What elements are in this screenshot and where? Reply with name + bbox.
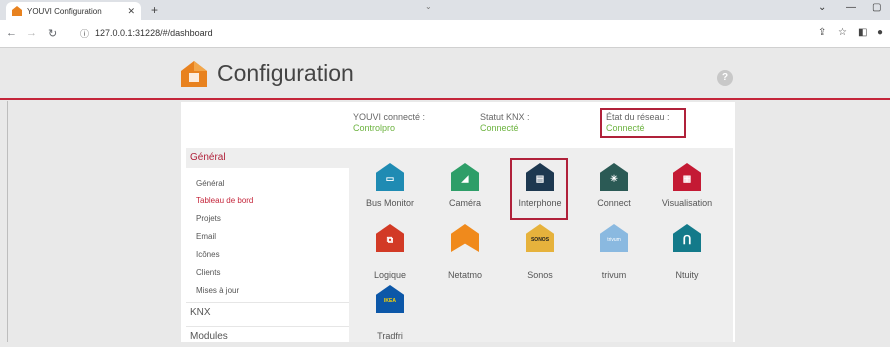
logic-icon: ⧉ — [376, 224, 404, 252]
share-icon[interactable]: ⇪ — [818, 27, 826, 38]
browser-tab-bar: YOUVI Configuration ✕ + ⌄ ⌄ — ▢ — [0, 0, 890, 20]
youvi-logo-icon — [181, 61, 207, 87]
sidebar-section-general[interactable]: Général — [186, 148, 350, 168]
sidebar-item-email[interactable]: Email — [196, 232, 216, 241]
reload-icon[interactable]: ↻ — [48, 27, 57, 40]
module-visualisation[interactable]: ▦ Visualisation — [651, 163, 723, 208]
page-left-border — [7, 101, 8, 342]
sidebar-item-clients[interactable]: Clients — [196, 268, 220, 277]
module-glyph: ▭ — [385, 173, 395, 184]
ntuity-icon: Ո — [673, 224, 701, 252]
sidebar-section-modules[interactable]: Modules — [186, 326, 350, 346]
tab-search-icon[interactable]: ⌄ — [425, 2, 432, 11]
network-icon: ✳ — [600, 163, 628, 191]
module-connect[interactable]: ✳ Connect — [578, 163, 650, 208]
bookmark-star-icon[interactable]: ☆ — [838, 27, 847, 38]
module-label: Ntuity — [675, 270, 699, 280]
status-label: Statut KNX : — [480, 112, 530, 122]
browser-tab[interactable]: YOUVI Configuration ✕ — [6, 2, 141, 20]
maximize-icon[interactable]: ▢ — [872, 2, 881, 13]
side-panel-icon[interactable]: ◧ — [858, 27, 867, 38]
module-label: Logique — [373, 270, 407, 280]
back-icon[interactable]: ← — [6, 27, 17, 39]
close-tab-icon[interactable]: ✕ — [127, 6, 135, 17]
module-label: Tradfri — [377, 331, 403, 341]
module-label: Caméra — [448, 198, 481, 208]
status-value: Controlpro — [353, 123, 396, 133]
module-glyph: ✳ — [610, 173, 618, 184]
sonos-icon: SONOS — [526, 224, 554, 252]
new-tab-icon[interactable]: + — [151, 3, 158, 17]
module-glyph: trivum — [607, 237, 621, 244]
module-label: Bus Monitor — [365, 198, 415, 208]
module-glyph: Ո — [682, 233, 692, 248]
profile-icon[interactable]: ● — [877, 27, 883, 38]
tab-title: YOUVI Configuration — [27, 6, 102, 16]
visualisation-icon: ▦ — [673, 163, 701, 191]
module-tradfri[interactable]: IKEA Tradfri — [354, 285, 426, 341]
module-camera[interactable]: ◢ Caméra — [429, 163, 501, 208]
module-glyph: IKEA — [384, 298, 396, 305]
sidebar-item-general[interactable]: Général — [196, 179, 224, 188]
forward-icon[interactable]: → — [26, 27, 37, 39]
module-label: Sonos — [527, 270, 553, 280]
module-glyph: ⧉ — [386, 234, 394, 245]
module-glyph: SONOS — [530, 237, 550, 244]
sidebar-section-knx[interactable]: KNX — [186, 302, 350, 322]
module-label: Netatmo — [447, 270, 482, 280]
monitor-icon: ▭ — [376, 163, 404, 191]
module-ntuity[interactable]: Ո Ntuity — [651, 224, 723, 280]
help-icon[interactable]: ? — [717, 70, 733, 86]
sidebar-item-dashboard[interactable]: Tableau de bord — [196, 196, 253, 205]
interphone-highlight — [510, 158, 568, 220]
trivum-icon: trivum — [600, 224, 628, 252]
status-knx: Statut KNX : Connecté — [480, 112, 530, 134]
app-header: Configuration ? — [0, 48, 890, 100]
network-status-highlight — [600, 108, 686, 138]
netatmo-icon — [451, 224, 479, 252]
sidebar-item-projects[interactable]: Projets — [196, 214, 221, 223]
camera-icon: ◢ — [451, 163, 479, 191]
module-glyph: ◢ — [461, 173, 469, 184]
status-youvi: YOUVI connecté : Controlpro — [353, 112, 425, 134]
address-bar[interactable]: ⓘ 127.0.0.1:31228/#/dashboard — [80, 24, 800, 42]
sidebar: Général Général Tableau de bord Projets … — [186, 148, 350, 342]
module-netatmo[interactable]: Netatmo — [429, 224, 501, 280]
sidebar-item-icons[interactable]: Icônes — [196, 250, 220, 259]
status-value: Connecté — [480, 123, 519, 133]
status-label: YOUVI connecté : — [353, 112, 426, 122]
url-text: 127.0.0.1:31228/#/dashboard — [95, 28, 213, 38]
page-title: Configuration — [217, 60, 354, 86]
module-label: trivum — [601, 270, 627, 280]
ikea-icon: IKEA — [376, 285, 404, 313]
module-glyph: ▦ — [682, 173, 692, 184]
module-logique[interactable]: ⧉ Logique — [354, 224, 426, 280]
youvi-favicon-icon — [12, 6, 22, 16]
module-label: Visualisation — [661, 198, 713, 208]
module-trivum[interactable]: trivum trivum — [578, 224, 650, 280]
module-sonos[interactable]: SONOS Sonos — [504, 224, 576, 280]
sidebar-item-updates[interactable]: Mises à jour — [196, 286, 239, 295]
module-bus-monitor[interactable]: ▭ Bus Monitor — [354, 163, 426, 208]
tab-list-icon[interactable]: ⌄ — [818, 2, 826, 13]
minimize-icon[interactable]: — — [846, 2, 856, 13]
browser-toolbar: ← → ↻ ⓘ 127.0.0.1:31228/#/dashboard ⇪ ☆ … — [0, 20, 890, 48]
module-label: Connect — [597, 198, 631, 208]
site-info-icon[interactable]: ⓘ — [80, 27, 89, 40]
